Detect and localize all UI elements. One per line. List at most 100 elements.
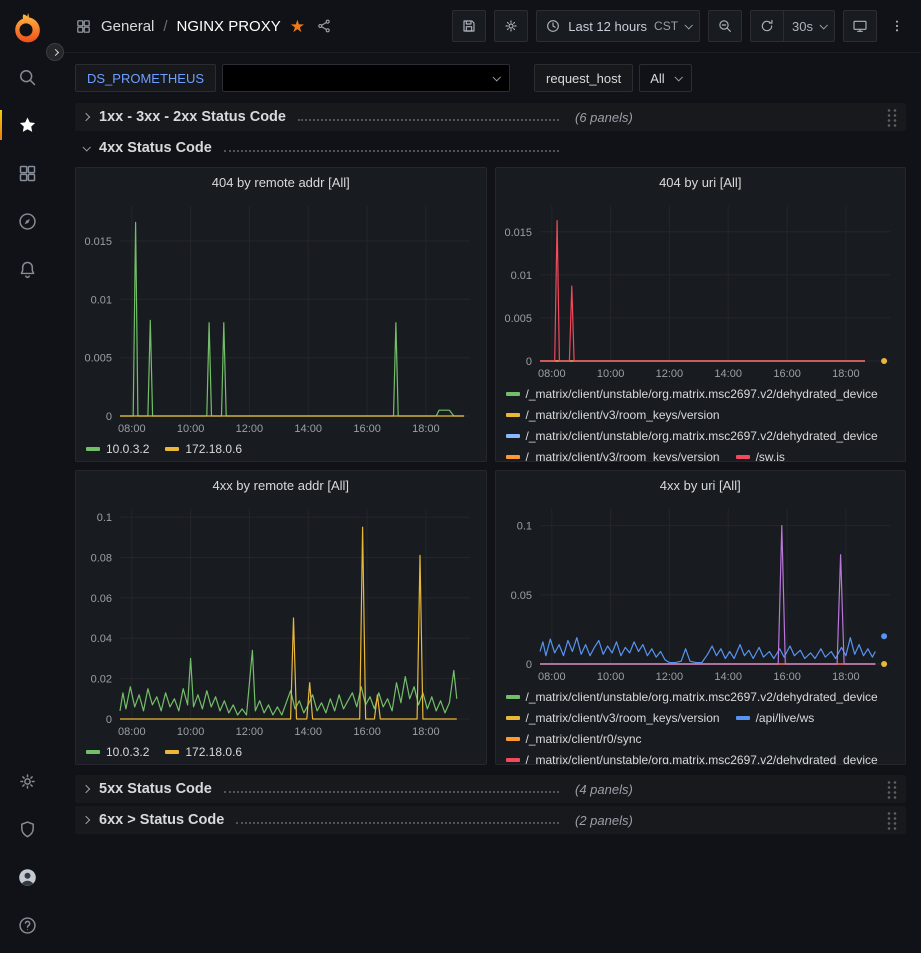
favorite-star-icon[interactable]: ★ xyxy=(290,18,305,35)
share-icon[interactable] xyxy=(316,18,332,34)
save-dashboard-button[interactable] xyxy=(452,10,486,42)
time-series-plot: 00.0050.010.01508:0010:0012:0014:0016:00… xyxy=(76,196,486,438)
legend-swatch xyxy=(506,392,520,396)
legend-label: /_matrix/client/unstable/org.matrix.msc2… xyxy=(526,690,878,704)
search-icon xyxy=(17,67,38,88)
chevron-down-icon xyxy=(819,21,827,29)
avatar xyxy=(17,867,38,888)
sidebar-item-help[interactable] xyxy=(0,901,55,949)
panel-legend: /_matrix/client/unstable/org.matrix.msc2… xyxy=(496,686,906,764)
legend-item[interactable]: /_matrix/client/v3/room_keys/version xyxy=(506,404,720,425)
sidebar-item-profile[interactable] xyxy=(0,853,55,901)
legend-item[interactable]: /_matrix/client/r0/sync xyxy=(506,728,642,749)
panel-header[interactable]: 4xx by uri [All] xyxy=(496,471,906,499)
legend-item[interactable]: 10.0.3.2 xyxy=(86,741,149,762)
time-range-label: Last 12 hours xyxy=(568,19,647,34)
time-series-plot: 00.050.108:0010:0012:0014:0016:0018:00 xyxy=(496,499,906,686)
svg-text:0.08: 0.08 xyxy=(91,553,112,565)
grafana-logo[interactable] xyxy=(0,0,55,53)
panel-header[interactable]: 404 by uri [All] xyxy=(496,168,906,196)
svg-text:0: 0 xyxy=(525,659,531,671)
panel-404-by-uri: 404 by uri [All] 00.0050.010.01508:0010:… xyxy=(495,167,907,462)
dashboard-settings-button[interactable] xyxy=(494,10,528,42)
dotted-leader xyxy=(224,150,559,152)
legend-swatch xyxy=(506,716,520,720)
sidebar-expand-button[interactable] xyxy=(46,43,64,61)
dashboards-grid-icon xyxy=(17,163,38,184)
gear-icon xyxy=(17,771,38,792)
svg-text:0.015: 0.015 xyxy=(84,236,112,248)
panel-title: 4xx by uri [All] xyxy=(660,478,741,493)
dashboard-row-6xx[interactable]: 6xx > Status Code (2 panels) xyxy=(75,806,906,834)
sidebar-item-server-admin[interactable] xyxy=(0,805,55,853)
legend-item[interactable]: /_matrix/client/v3/room_keys/version xyxy=(506,707,720,728)
legend-item[interactable]: 172.18.0.6 xyxy=(165,741,242,762)
tv-mode-button[interactable] xyxy=(843,10,877,42)
panel-chart-area[interactable]: 00.050.108:0010:0012:0014:0016:0018:00 xyxy=(496,499,906,686)
legend-item[interactable]: 10.0.3.2 xyxy=(86,438,149,459)
legend-swatch xyxy=(506,758,520,762)
row-drag-handle[interactable] xyxy=(885,107,898,128)
dashboard-row-5xx[interactable]: 5xx Status Code (4 panels) xyxy=(75,775,906,803)
dotted-leader xyxy=(298,119,559,121)
panel-legend: 10.0.3.2 172.18.0.6 xyxy=(76,741,486,764)
legend-item[interactable]: /_matrix/client/v3/room_keys/version xyxy=(506,446,720,461)
svg-text:10:00: 10:00 xyxy=(596,671,624,683)
svg-text:14:00: 14:00 xyxy=(714,671,742,683)
breadcrumb-folder[interactable]: General xyxy=(101,18,154,35)
row-drag-handle[interactable] xyxy=(885,810,898,831)
sidebar-item-configuration[interactable] xyxy=(0,757,55,805)
legend-item[interactable]: 172.18.0.6 xyxy=(165,438,242,459)
legend-item[interactable]: /_matrix/client/unstable/org.matrix.msc2… xyxy=(506,383,878,404)
panel-chart-area[interactable]: 00.0050.010.01508:0010:0012:0014:0016:00… xyxy=(76,196,486,438)
dashboard-row-4xx[interactable]: 4xx Status Code xyxy=(75,134,906,162)
sidebar-item-explore[interactable] xyxy=(0,197,55,245)
panel-header[interactable]: 404 by remote addr [All] xyxy=(76,168,486,196)
breadcrumb-separator: / xyxy=(163,18,167,35)
legend-label: /_matrix/client/v3/room_keys/version xyxy=(526,711,720,725)
legend-item[interactable]: /_matrix/client/unstable/org.matrix.msc2… xyxy=(506,749,878,764)
panel-legend: /_matrix/client/unstable/org.matrix.msc2… xyxy=(496,383,906,461)
row-drag-handle[interactable] xyxy=(885,779,898,800)
panel-chart-area[interactable]: 00.0050.010.01508:0010:0012:0014:0016:00… xyxy=(496,196,906,383)
zoom-out-button[interactable] xyxy=(708,10,742,42)
sidebar-item-starred[interactable] xyxy=(0,101,55,149)
bell-icon xyxy=(17,259,38,280)
sidebar-item-dashboards[interactable] xyxy=(0,149,55,197)
sidebar-item-search[interactable] xyxy=(0,53,55,101)
svg-text:0.06: 0.06 xyxy=(91,593,112,605)
legend-label: /sw.js xyxy=(756,450,785,462)
dashboard-title[interactable]: NGINX PROXY xyxy=(177,18,281,35)
datasource-variable-select[interactable] xyxy=(222,64,510,92)
top-navigation-bar: General / NGINX PROXY ★ Last 12 hours CS… xyxy=(55,0,921,53)
svg-text:16:00: 16:00 xyxy=(353,423,381,435)
panel-grid: 404 by remote addr [All] 00.0050.010.015… xyxy=(75,167,906,765)
chevron-down-icon xyxy=(684,21,692,29)
legend-item[interactable]: /_matrix/client/unstable/org.matrix.msc2… xyxy=(506,425,878,446)
time-range-picker[interactable]: Last 12 hours CST xyxy=(536,10,700,42)
grafana-logo-icon xyxy=(11,10,45,44)
panel-header[interactable]: 4xx by remote addr [All] xyxy=(76,471,486,499)
refresh-interval-picker[interactable]: 30s xyxy=(784,10,835,42)
nav-actions: Last 12 hours CST 30s xyxy=(452,10,909,42)
legend-item[interactable]: /sw.js xyxy=(736,446,785,461)
gear-icon xyxy=(503,18,519,34)
legend-item[interactable]: /_matrix/client/unstable/org.matrix.msc2… xyxy=(506,686,878,707)
svg-text:12:00: 12:00 xyxy=(655,671,683,683)
request-host-variable-select[interactable]: All xyxy=(639,64,691,92)
breadcrumb: General / NGINX PROXY ★ xyxy=(75,18,332,35)
dashboard-row-1xx-3xx-2xx[interactable]: 1xx - 3xx - 2xx Status Code (6 panels) xyxy=(75,103,906,131)
kebab-menu-button[interactable] xyxy=(885,10,909,42)
legend-label: /_matrix/client/unstable/org.matrix.msc2… xyxy=(526,429,878,443)
svg-text:0.1: 0.1 xyxy=(97,512,112,524)
refresh-button[interactable] xyxy=(750,10,784,42)
legend-item[interactable]: /api/live/ws xyxy=(736,707,815,728)
shield-icon xyxy=(17,819,38,840)
save-icon xyxy=(461,18,477,34)
sidebar-item-alerting[interactable] xyxy=(0,245,55,293)
panel-4xx-by-uri: 4xx by uri [All] 00.050.108:0010:0012:00… xyxy=(495,470,907,765)
timezone-label: CST xyxy=(654,19,678,33)
legend-swatch xyxy=(506,737,520,741)
svg-text:0.01: 0.01 xyxy=(91,294,112,306)
panel-chart-area[interactable]: 00.020.040.060.080.108:0010:0012:0014:00… xyxy=(76,499,486,741)
